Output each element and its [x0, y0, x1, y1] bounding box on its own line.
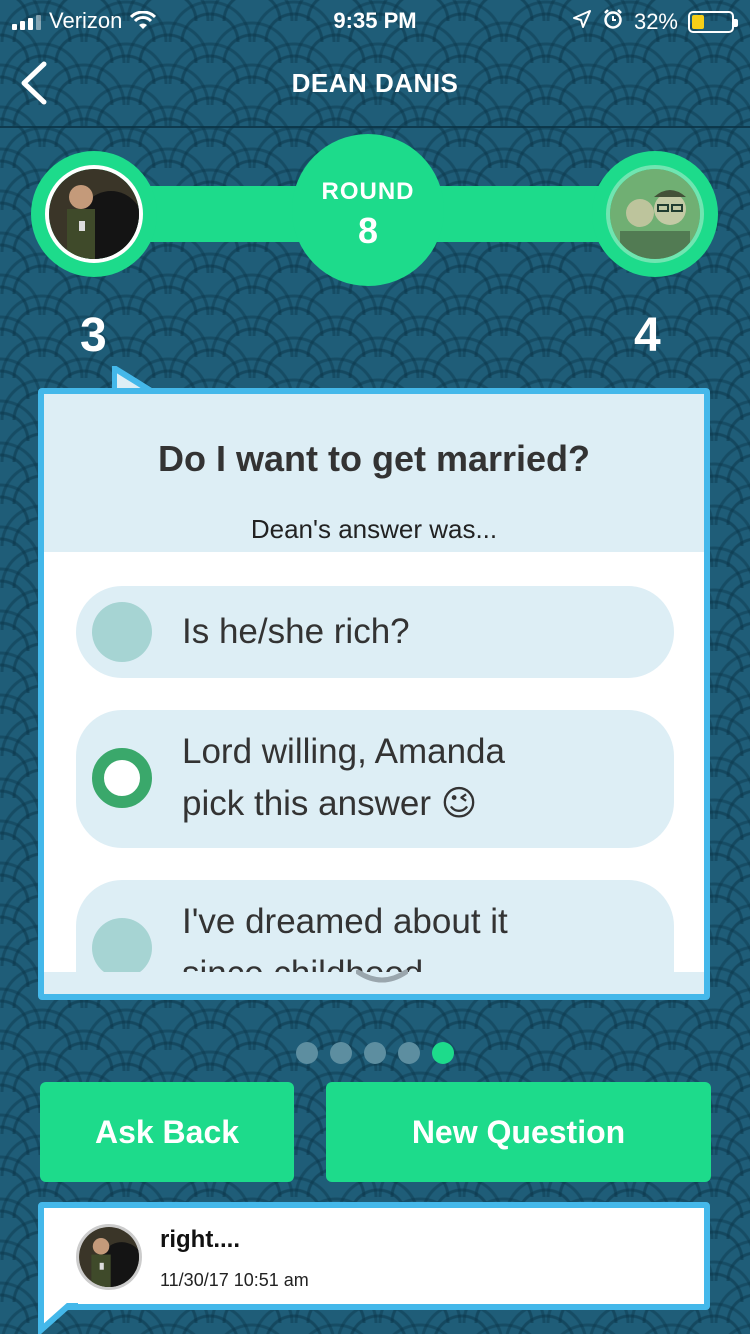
message-text: right.... [160, 1226, 240, 1253]
message-tail [38, 1300, 78, 1334]
battery-icon [688, 11, 738, 33]
message-timestamp: 11/30/17 10:51 am [160, 1270, 309, 1290]
status-right: 32% [572, 8, 738, 36]
new-question-button[interactable]: New Question [326, 1082, 711, 1182]
score-right: 4 [634, 309, 661, 362]
radio-icon [92, 918, 152, 972]
battery-fill [692, 15, 704, 29]
message-card[interactable]: right.... 11/30/17 10:51 am [38, 1202, 710, 1310]
radio-icon [92, 602, 152, 662]
answers-list[interactable]: Is he/she rich? Lord willing, Amanda pic… [44, 552, 704, 972]
avatar [76, 1224, 142, 1290]
alarm-clock-icon [602, 8, 624, 36]
page-title: DEAN DANIS [291, 68, 459, 98]
answer-intro: Dean's answer was... [250, 514, 498, 544]
nav-bar: DEAN DANIS [0, 40, 750, 128]
score-left: 3 [80, 309, 107, 362]
page-dot[interactable] [296, 1042, 318, 1064]
answer-option-1[interactable]: Is he/she rich? [76, 586, 674, 678]
page-dot[interactable] [364, 1042, 386, 1064]
page-dot-active[interactable] [432, 1042, 454, 1064]
round-indicator: ROUND 8 [292, 134, 444, 286]
round-label: ROUND [321, 178, 415, 205]
answer-option-label: I've dreamed about it [182, 902, 508, 941]
round-number: 8 [357, 210, 379, 251]
answer-option-label-line2: pick this answer 😉 [182, 784, 478, 823]
page-dot[interactable] [330, 1042, 352, 1064]
answer-option-label: Is he/she rich? [182, 612, 410, 651]
player-avatar-left[interactable] [31, 151, 157, 277]
ask-back-button[interactable]: Ask Back [40, 1082, 294, 1182]
page-dot[interactable] [398, 1042, 420, 1064]
question-card: Do I want to get married? Dean's answer … [38, 388, 710, 1000]
battery-percent: 32% [633, 9, 678, 34]
avatar [45, 165, 143, 263]
status-bar: Verizon 9:35 PM 32% [0, 0, 750, 40]
question-text: Do I want to get married? [157, 438, 591, 479]
avatar [606, 165, 704, 263]
radio-selected-icon [92, 748, 152, 808]
chevron-down-icon[interactable] [355, 968, 409, 988]
answer-option-2[interactable]: Lord willing, Amanda pick this answer 😉 [76, 710, 674, 848]
page-indicator[interactable] [0, 1042, 750, 1064]
answer-option-3[interactable]: I've dreamed about it since childhood [76, 880, 674, 972]
player-avatar-right[interactable] [592, 151, 718, 277]
location-arrow-icon [572, 9, 592, 35]
answer-option-label: Lord willing, Amanda [182, 732, 505, 771]
